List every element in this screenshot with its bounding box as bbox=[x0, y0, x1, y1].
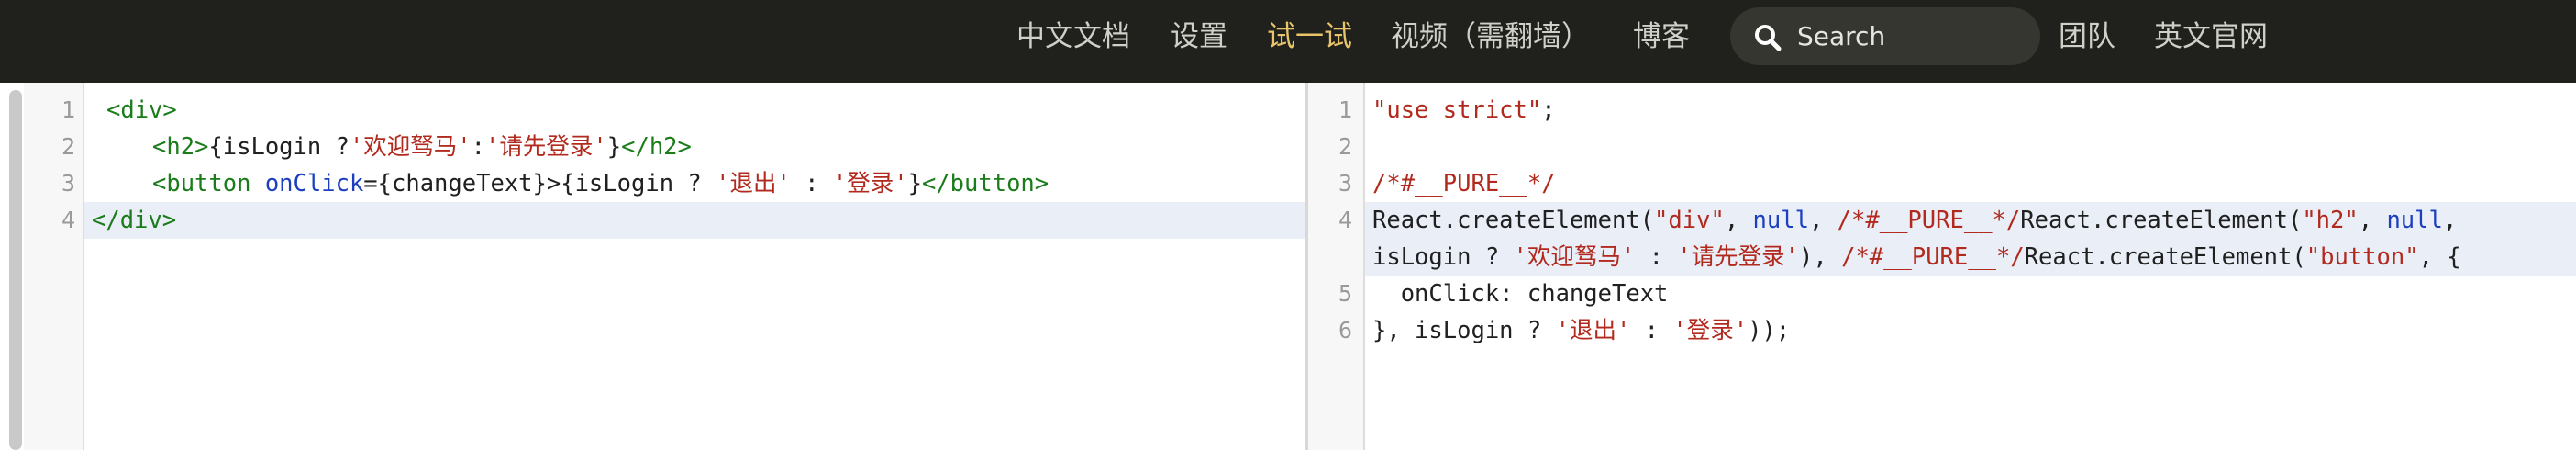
tag-token: </h2> bbox=[621, 133, 692, 161]
nav-link-team[interactable]: 团队 bbox=[2059, 0, 2115, 73]
string-token: '退出' bbox=[1555, 317, 1631, 344]
line-number: 2 bbox=[1338, 133, 1352, 160]
search-icon bbox=[1755, 25, 1782, 51]
tag-token: <button bbox=[152, 170, 265, 197]
string-token: '请先登录' bbox=[485, 133, 607, 161]
line-number: 4 bbox=[1338, 207, 1352, 233]
tag-token: <div> bbox=[106, 96, 177, 124]
line-number: 6 bbox=[1338, 317, 1352, 343]
code-line-wrapped[interactable]: isLogin ? '欢迎驽马' : '请先登录'), /*#__PURE__*… bbox=[1372, 239, 2461, 276]
plain-token: , bbox=[2358, 207, 2387, 234]
string-token: "button" bbox=[2305, 243, 2419, 271]
vertical-scrollbar[interactable] bbox=[9, 90, 22, 450]
code-line[interactable]: <button onClick={changeText}>{isLogin ? … bbox=[152, 165, 1049, 202]
plain-token: }, isLogin ? bbox=[1372, 317, 1556, 344]
search-box[interactable]: Search bbox=[1730, 7, 2040, 65]
plain-token: } bbox=[606, 133, 622, 161]
plain-token: onClick: changeText bbox=[1372, 280, 1669, 308]
line-number: 1 bbox=[61, 96, 75, 123]
nav-link-settings[interactable]: 设置 bbox=[1171, 0, 1227, 73]
plain-token: : bbox=[471, 133, 486, 161]
string-token: '退出' bbox=[716, 170, 791, 197]
plain-token: : bbox=[1635, 243, 1678, 271]
plain-token: : bbox=[790, 170, 833, 197]
tag-token: </button> bbox=[921, 170, 1049, 197]
line-number: 1 bbox=[1338, 96, 1352, 123]
plain-token: , bbox=[2442, 207, 2458, 234]
plain-token: : bbox=[1630, 317, 1673, 344]
tag-token: <h2> bbox=[152, 133, 209, 161]
plain-token: , { bbox=[2418, 243, 2461, 271]
compiled-output-editor[interactable]: 1 2 3 4 5 6 "use strict"; /*#__PURE__*/ … bbox=[1305, 83, 2576, 450]
code-line[interactable]: "use strict"; bbox=[1372, 92, 1556, 129]
line-number: 2 bbox=[61, 133, 75, 160]
code-line[interactable]: React.createElement("div", null, /*#__PU… bbox=[1372, 202, 2457, 239]
code-line[interactable]: onClick: changeText bbox=[1372, 276, 1669, 312]
plain-token: ={changeText}>{isLogin ? bbox=[363, 170, 716, 197]
code-line[interactable]: }, isLogin ? '退出' : '登录')); bbox=[1372, 312, 1790, 349]
search-input[interactable]: Search bbox=[1797, 7, 1885, 65]
line-number: 5 bbox=[1338, 280, 1352, 307]
keyword-token: null bbox=[2386, 207, 2443, 234]
plain-token: , bbox=[1808, 207, 1838, 234]
nav-link-blog[interactable]: 博客 bbox=[1633, 0, 1690, 73]
comment-token: /*#__PURE__*/ bbox=[1841, 243, 2025, 271]
code-line[interactable]: <div> bbox=[106, 92, 177, 129]
comment-token: /*#__PURE__*/ bbox=[1372, 170, 1556, 197]
line-number: 3 bbox=[61, 170, 75, 197]
string-token: "div" bbox=[1654, 207, 1725, 234]
jsx-input-editor[interactable]: 1 2 3 4 <div> <h2>{isLogin ?'欢迎驽马':'请先登录… bbox=[0, 83, 1305, 450]
plain-token: React.createElement( bbox=[2024, 243, 2306, 271]
nav-link-chinese-docs[interactable]: 中文文档 bbox=[1016, 0, 1130, 73]
code-line[interactable]: <h2>{isLogin ?'欢迎驽马':'请先登录'}</h2> bbox=[152, 129, 692, 165]
attribute-token: onClick bbox=[264, 170, 364, 197]
string-token: '登录' bbox=[1672, 317, 1749, 344]
nav-link-try-it[interactable]: 试一试 bbox=[1267, 0, 1352, 73]
active-line-highlight bbox=[84, 202, 1305, 239]
plain-token: isLogin ? bbox=[1372, 243, 1514, 271]
nav-link-videos[interactable]: 视频（需翻墙） bbox=[1391, 0, 1590, 73]
tag-token: </div> bbox=[92, 207, 177, 234]
nav-link-english-site[interactable]: 英文官网 bbox=[2154, 0, 2268, 73]
comment-token: /*#__PURE__*/ bbox=[1837, 207, 2021, 234]
string-token: "use strict" bbox=[1372, 96, 1542, 124]
plain-token: , bbox=[1724, 207, 1753, 234]
plain-token: React.createElement( bbox=[1372, 207, 1655, 234]
keyword-token: null bbox=[1752, 207, 1809, 234]
string-token: "h2" bbox=[2302, 207, 2359, 234]
code-line[interactable]: /*#__PURE__*/ bbox=[1372, 165, 1556, 202]
line-number: 3 bbox=[1338, 170, 1352, 197]
string-token: '欢迎驽马' bbox=[349, 133, 472, 161]
plain-token: )); bbox=[1748, 317, 1791, 344]
top-navigation-bar: 中文文档 设置 试一试 视频（需翻墙） 博客 Search 团队 英文官网 bbox=[0, 0, 2576, 83]
string-token: '欢迎驽马' bbox=[1513, 243, 1636, 271]
string-token: '请先登录' bbox=[1677, 243, 1800, 271]
string-token: '登录' bbox=[832, 170, 908, 197]
plain-token: } bbox=[907, 170, 922, 197]
plain-token: React.createElement( bbox=[2020, 207, 2303, 234]
line-number: 4 bbox=[61, 207, 75, 233]
plain-token: ), bbox=[1799, 243, 1842, 271]
plain-token: {isLogin ? bbox=[208, 133, 350, 161]
plain-token: ; bbox=[1541, 96, 1556, 124]
code-line[interactable]: </div> bbox=[92, 202, 176, 239]
